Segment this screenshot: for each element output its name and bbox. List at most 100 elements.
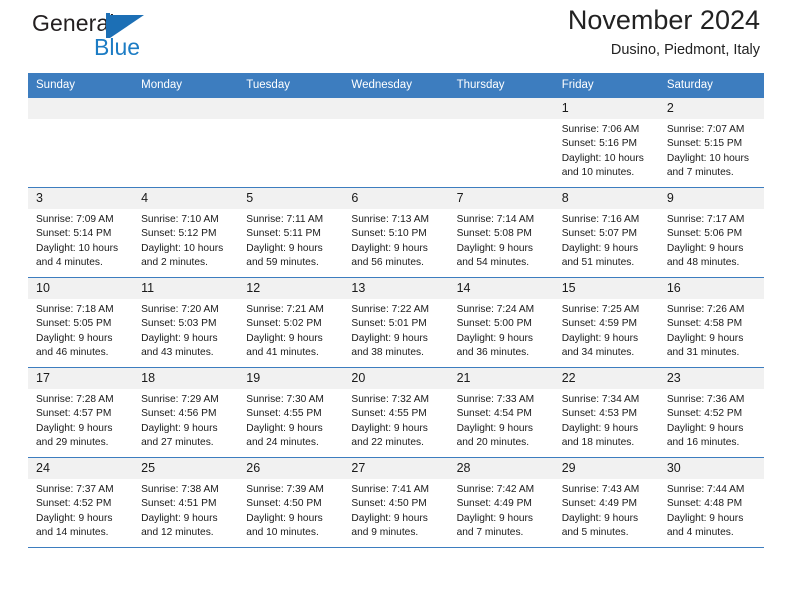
day-sun-info: Sunrise: 7:06 AM Sunset: 5:16 PM Daylight:… [554, 119, 659, 181]
day-sun-info: Sunrise: 7:21 AM Sunset: 5:02 PM Daylight:… [238, 299, 343, 361]
weekday-header-sunday: Sunday [28, 73, 134, 98]
calendar-day-cell[interactable]: 2 Sunrise: 7:07 AM Sunset: 5:15 PM Daylight… [658, 97, 764, 188]
sunset-text: Sunset: 4:52 PM [666, 408, 743, 420]
calendar-header-row: Sunday Monday Tuesday Wednesday Thursday… [28, 73, 764, 98]
day-number: 27 [343, 458, 449, 479]
calendar-day-cell[interactable]: 21 Sunrise: 7:33 AM Sunset: 4:54 PM Dayligh… [448, 367, 554, 458]
day-number: 11 [133, 278, 239, 299]
calendar-day-cell[interactable]: 25 Sunrise: 7:38 AM Sunset: 4:51 PM Dayligh… [133, 457, 239, 548]
calendar-day-cell[interactable]: 17 Sunrise: 7:28 AM Sunset: 4:57 PM Dayligh… [28, 367, 134, 458]
day-sun-info: Sunrise: 7:39 AM Sunset: 4:50 PM Daylight:… [238, 479, 343, 541]
daylight-text: Daylight: 9 hours and 22 minutes. [351, 422, 428, 449]
sunset-text: Sunset: 5:01 PM [351, 318, 427, 330]
day-sun-info: Sunrise: 7:43 AM Sunset: 4:49 PM Daylight:… [554, 479, 659, 541]
sunrise-text: Sunrise: 7:41 AM [351, 484, 430, 495]
calendar-day-cell[interactable]: 26 Sunrise: 7:39 AM Sunset: 4:50 PM Dayligh… [238, 457, 344, 548]
sunset-text: Sunset: 4:51 PM [141, 498, 217, 510]
day-number: 28 [448, 458, 554, 479]
calendar-day-cell[interactable]: 27 Sunrise: 7:41 AM Sunset: 4:50 PM Dayligh… [343, 457, 449, 548]
day-number: 23 [658, 368, 764, 389]
sunrise-text: Sunrise: 7:09 AM [36, 214, 114, 225]
calendar-day-cell[interactable]: 10 Sunrise: 7:18 AM Sunset: 5:05 PM Dayligh… [28, 277, 134, 368]
calendar-day-cell[interactable]: 14 Sunrise: 7:24 AM Sunset: 5:00 PM Dayligh… [448, 277, 554, 368]
day-sun-info: Sunrise: 7:32 AM Sunset: 4:55 PM Daylight:… [343, 389, 448, 451]
calendar-day-cell[interactable]: 8 Sunrise: 7:16 AM Sunset: 5:07 PM Daylight… [553, 187, 659, 278]
calendar-day-cell[interactable]: 12 Sunrise: 7:21 AM Sunset: 5:02 PM Dayligh… [238, 277, 344, 368]
calendar-table: Sunday Monday Tuesday Wednesday Thursday… [28, 73, 764, 548]
day-number: 6 [343, 188, 449, 209]
calendar-day-cell[interactable]: 16 Sunrise: 7:26 AM Sunset: 4:58 PM Dayligh… [658, 277, 764, 368]
calendar-day-cell[interactable]: 1 Sunrise: 7:06 AM Sunset: 5:16 PM Daylight… [553, 97, 659, 188]
day-number: 17 [28, 368, 134, 389]
calendar-day-cell[interactable]: 30 Sunrise: 7:44 AM Sunset: 4:48 PM Dayligh… [658, 457, 764, 548]
daylight-text: Daylight: 9 hours and 46 minutes. [36, 332, 113, 359]
sunrise-text: Sunrise: 7:06 AM [561, 124, 640, 135]
daylight-text: Daylight: 10 hours and 10 minutes. [561, 152, 644, 179]
day-number: 7 [448, 188, 554, 209]
daylight-text: Daylight: 9 hours and 5 minutes. [561, 512, 639, 539]
calendar-day-cell[interactable]: 3 Sunrise: 7:09 AM Sunset: 5:14 PM Daylight… [28, 187, 134, 278]
sunrise-text: Sunrise: 7:38 AM [141, 484, 219, 495]
daylight-text: Daylight: 9 hours and 16 minutes. [666, 422, 744, 449]
brand-logo[interactable]: General Blue [32, 10, 252, 68]
sunrise-text: Sunrise: 7:28 AM [36, 394, 114, 405]
sunrise-text: Sunrise: 7:26 AM [666, 304, 745, 315]
day-number: 15 [553, 278, 659, 299]
sunrise-text: Sunrise: 7:07 AM [666, 124, 745, 135]
calendar-day-cell[interactable]: 4 Sunrise: 7:10 AM Sunset: 5:12 PM Daylight… [133, 187, 239, 278]
calendar-day-cell[interactable]: 20 Sunrise: 7:32 AM Sunset: 4:55 PM Dayligh… [343, 367, 449, 458]
sunrise-text: Sunrise: 7:10 AM [141, 214, 219, 225]
day-number [448, 98, 554, 119]
day-number: 12 [238, 278, 344, 299]
sunrise-text: Sunrise: 7:29 AM [141, 394, 219, 405]
calendar-day-cell[interactable]: 24 Sunrise: 7:37 AM Sunset: 4:52 PM Dayligh… [28, 457, 134, 548]
day-sun-info: Sunrise: 7:36 AM Sunset: 4:52 PM Daylight:… [659, 389, 764, 451]
weekday-header-saturday: Saturday [658, 73, 764, 98]
day-sun-info: Sunrise: 7:38 AM Sunset: 4:51 PM Daylight:… [133, 479, 238, 541]
brand-name-general: General [32, 10, 115, 36]
calendar-day-cell[interactable]: 29 Sunrise: 7:43 AM Sunset: 4:49 PM Dayligh… [553, 457, 659, 548]
daylight-text: Daylight: 9 hours and 7 minutes. [456, 512, 534, 539]
day-sun-info: Sunrise: 7:29 AM Sunset: 4:56 PM Daylight:… [133, 389, 238, 451]
day-sun-info: Sunrise: 7:41 AM Sunset: 4:50 PM Daylight:… [343, 479, 448, 541]
calendar-day-cell[interactable]: 15 Sunrise: 7:25 AM Sunset: 4:59 PM Dayligh… [553, 277, 659, 368]
sunset-text: Sunset: 4:54 PM [456, 408, 532, 420]
calendar-day-cell[interactable]: 28 Sunrise: 7:42 AM Sunset: 4:49 PM Dayligh… [448, 457, 554, 548]
day-sun-info: Sunrise: 7:16 AM Sunset: 5:07 PM Daylight:… [554, 209, 659, 271]
daylight-text: Daylight: 9 hours and 48 minutes. [666, 242, 744, 269]
day-number: 26 [238, 458, 344, 479]
sunset-text: Sunset: 4:50 PM [246, 498, 322, 510]
calendar-day-cell[interactable]: 23 Sunrise: 7:36 AM Sunset: 4:52 PM Dayligh… [658, 367, 764, 458]
daylight-text: Daylight: 9 hours and 34 minutes. [561, 332, 639, 359]
daylight-text: Daylight: 10 hours and 4 minutes. [36, 242, 119, 269]
calendar-day-cell[interactable]: 11 Sunrise: 7:20 AM Sunset: 5:03 PM Dayligh… [133, 277, 239, 368]
day-number: 5 [238, 188, 344, 209]
weekday-header-row: Sunday Monday Tuesday Wednesday Thursday… [28, 73, 764, 98]
sunset-text: Sunset: 5:05 PM [36, 318, 112, 330]
calendar-day-cell[interactable]: 19 Sunrise: 7:30 AM Sunset: 4:55 PM Dayligh… [238, 367, 344, 458]
day-sun-info: Sunrise: 7:09 AM Sunset: 5:14 PM Daylight:… [28, 209, 133, 271]
calendar-day-cell[interactable]: 22 Sunrise: 7:34 AM Sunset: 4:53 PM Dayligh… [553, 367, 659, 458]
calendar-day-cell[interactable]: 9 Sunrise: 7:17 AM Sunset: 5:06 PM Daylight… [658, 187, 764, 278]
day-sun-info: Sunrise: 7:34 AM Sunset: 4:53 PM Daylight:… [554, 389, 659, 451]
page-title: November 2024 [567, 5, 760, 35]
calendar-day-cell[interactable]: 18 Sunrise: 7:29 AM Sunset: 4:56 PM Dayligh… [133, 367, 239, 458]
sunset-text: Sunset: 5:15 PM [666, 138, 743, 150]
calendar-day-cell[interactable]: 13 Sunrise: 7:22 AM Sunset: 5:01 PM Dayligh… [343, 277, 449, 368]
day-number: 3 [28, 188, 134, 209]
sunrise-text: Sunrise: 7:37 AM [36, 484, 114, 495]
sunset-text: Sunset: 5:12 PM [141, 228, 217, 240]
title-block: November 2024 Dusino, Piedmont, Italy [568, 4, 760, 58]
calendar-day-cell[interactable]: 7 Sunrise: 7:14 AM Sunset: 5:08 PM Daylight… [448, 187, 554, 278]
daylight-text: Daylight: 9 hours and 29 minutes. [36, 422, 113, 449]
sunrise-text: Sunrise: 7:11 AM [246, 214, 324, 225]
sunset-text: Sunset: 4:55 PM [246, 408, 322, 420]
sunrise-text: Sunrise: 7:22 AM [351, 304, 430, 315]
day-sun-info: Sunrise: 7:26 AM Sunset: 4:58 PM Daylight:… [659, 299, 764, 361]
sunset-text: Sunset: 5:03 PM [141, 318, 217, 330]
day-sun-info: Sunrise: 7:28 AM Sunset: 4:57 PM Daylight:… [28, 389, 133, 451]
calendar-day-cell[interactable]: 5 Sunrise: 7:11 AM Sunset: 5:11 PM Daylight… [238, 187, 344, 278]
day-number: 18 [133, 368, 239, 389]
calendar-day-cell[interactable]: 6 Sunrise: 7:13 AM Sunset: 5:10 PM Daylight… [343, 187, 449, 278]
sunrise-text: Sunrise: 7:14 AM [456, 214, 535, 225]
